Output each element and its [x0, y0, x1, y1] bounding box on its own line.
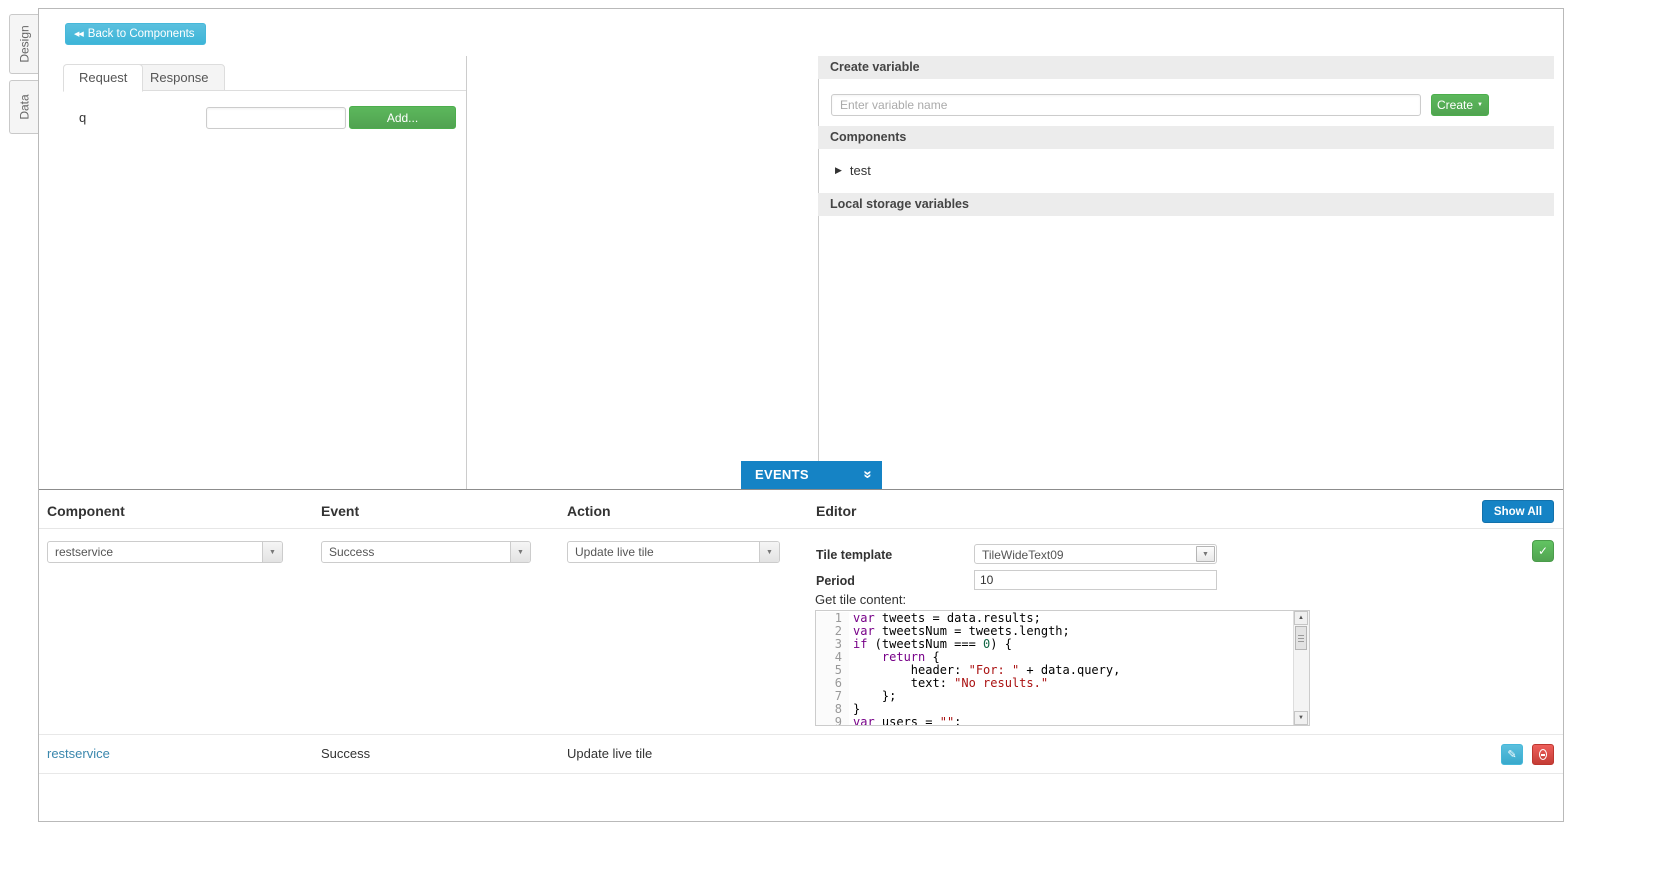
- col-event: Event: [321, 503, 359, 519]
- tile-template-select[interactable]: TileWideText09 ▼: [974, 544, 1217, 564]
- side-tab-data[interactable]: Data: [9, 80, 39, 134]
- events-bar-label: EVENTS: [755, 461, 809, 489]
- components-header: Components: [818, 126, 1554, 149]
- show-all-button[interactable]: Show All: [1482, 500, 1554, 523]
- param-name-label: q: [79, 110, 86, 125]
- dropdown-arrow-icon: ▼: [1196, 546, 1215, 562]
- tile-content-label: Get tile content:: [815, 592, 906, 607]
- param-value-input[interactable]: [206, 107, 346, 129]
- header-underline: [39, 528, 1563, 529]
- edit-row-button[interactable]: ✎: [1501, 744, 1523, 765]
- tab-request[interactable]: Request: [63, 64, 143, 92]
- side-tab-design-label: Design: [18, 25, 32, 62]
- scroll-down-icon[interactable]: ▼: [1294, 711, 1308, 725]
- tab-response[interactable]: Response: [134, 64, 225, 91]
- component-item-label: test: [850, 163, 871, 178]
- col-component: Component: [47, 503, 125, 519]
- dropdown-arrow-icon: ▼: [262, 542, 282, 562]
- side-tab-design[interactable]: Design: [9, 14, 39, 74]
- col-action: Action: [567, 503, 611, 519]
- tab-response-label: Response: [150, 70, 209, 85]
- row-component-link[interactable]: restservice: [47, 735, 110, 773]
- col-editor: Editor: [816, 503, 856, 519]
- create-variable-button[interactable]: Create ▼: [1431, 94, 1489, 116]
- period-input[interactable]: [974, 570, 1217, 590]
- check-icon: ✓: [1538, 544, 1548, 558]
- scroll-up-icon[interactable]: ▲: [1294, 611, 1308, 625]
- add-param-button[interactable]: Add...: [349, 106, 456, 129]
- edit-pencil-icon: ✎: [1507, 748, 1516, 761]
- local-storage-header: Local storage variables: [818, 193, 1554, 216]
- scrollbar-thumb[interactable]: [1295, 626, 1307, 650]
- action-select[interactable]: Update live tile ▼: [567, 541, 780, 563]
- tile-template-label: Tile template: [816, 548, 892, 562]
- apply-button[interactable]: ✓: [1532, 540, 1554, 562]
- event-select-value: Success: [329, 542, 508, 562]
- variable-name-input[interactable]: [831, 94, 1421, 116]
- expand-icon: ▶: [835, 165, 842, 176]
- component-select[interactable]: restservice ▼: [47, 541, 283, 563]
- dropdown-arrow-icon: ▼: [510, 542, 530, 562]
- event-row: restservice Success Update live tile ✎: [39, 734, 1563, 774]
- dropdown-arrow-icon: ▼: [759, 542, 779, 562]
- events-section-divider: [39, 489, 1563, 490]
- back-to-components-button[interactable]: ◀◀ Back to Components: [65, 23, 206, 45]
- period-label: Period: [816, 574, 855, 588]
- row-action-cell: Update live tile: [567, 735, 652, 773]
- component-select-value: restservice: [55, 542, 260, 562]
- tab-request-label: Request: [79, 70, 127, 85]
- create-button-label: Create: [1437, 98, 1473, 112]
- left-panel-divider: [466, 56, 467, 489]
- code-editor[interactable]: 1var tweets = data.results;2var tweetsNu…: [815, 610, 1310, 726]
- row-event-cell: Success: [321, 735, 370, 773]
- minus-circle-icon: [1539, 749, 1547, 760]
- code-scrollbar[interactable]: ▲ ▼: [1293, 611, 1309, 725]
- right-panel-divider: [818, 56, 819, 489]
- side-tab-data-label: Data: [17, 94, 31, 119]
- component-item-test[interactable]: ▶ test: [818, 149, 1554, 192]
- code-lines: 1var tweets = data.results;2var tweetsNu…: [816, 612, 1294, 725]
- caret-down-icon: ▼: [1477, 102, 1483, 108]
- action-select-value: Update live tile: [575, 542, 757, 562]
- rewind-icon: ◀◀: [74, 30, 83, 38]
- create-variable-header: Create variable: [818, 56, 1554, 79]
- event-select[interactable]: Success ▼: [321, 541, 531, 563]
- events-bar[interactable]: EVENTS »: [741, 461, 882, 489]
- main-container: ◀◀ Back to Components Request Response q…: [38, 8, 1564, 822]
- tile-template-value: TileWideText09: [982, 545, 1194, 565]
- collapse-icon: »: [859, 470, 876, 478]
- back-button-label: Back to Components: [88, 28, 195, 40]
- delete-row-button[interactable]: [1532, 744, 1554, 765]
